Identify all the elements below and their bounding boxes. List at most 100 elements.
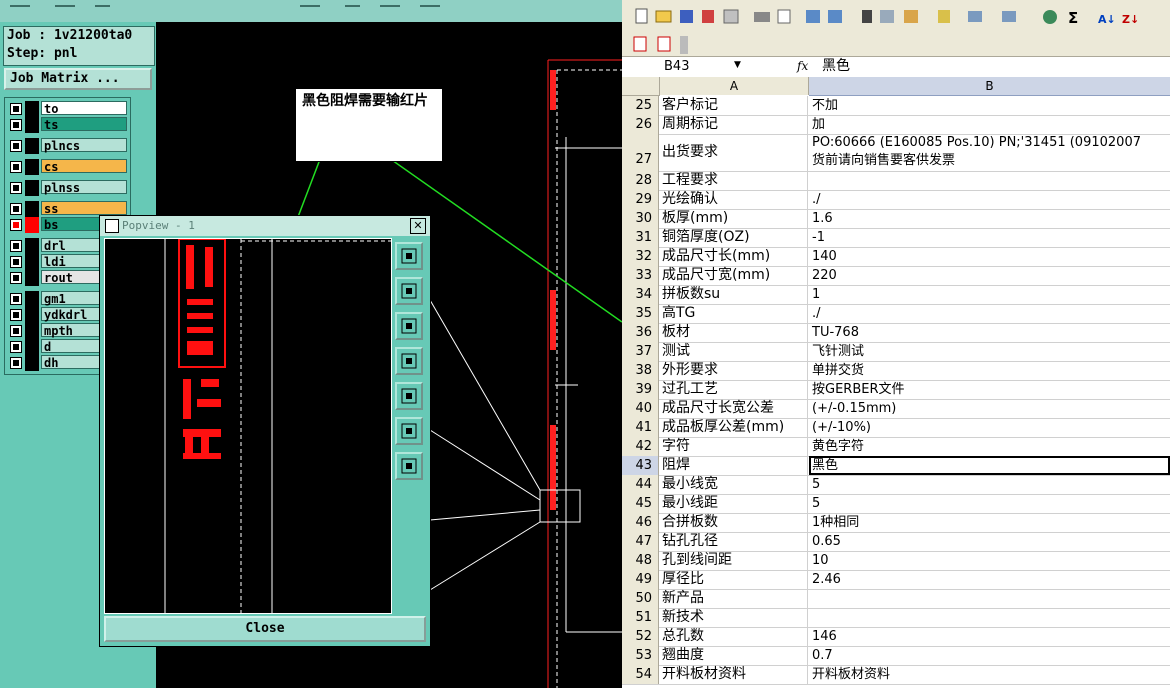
cell-b[interactable]: PO:60666 (E160085 Pos.10) PN;'31451 (091…: [809, 134, 1170, 171]
move-down-icon[interactable]: [395, 312, 423, 340]
cell-b[interactable]: 开料板材资料: [809, 665, 1170, 684]
row-number[interactable]: 43: [622, 456, 659, 475]
row-number[interactable]: 52: [622, 627, 659, 646]
cell-a[interactable]: 板厚(mm): [660, 209, 808, 228]
zoom-in-icon[interactable]: [395, 417, 423, 445]
cell-b[interactable]: [809, 589, 1170, 608]
cell-a[interactable]: 铜箔厚度(OZ): [660, 228, 808, 247]
row-number[interactable]: 53: [622, 646, 659, 665]
row-number[interactable]: 31: [622, 228, 659, 247]
row-number[interactable]: 50: [622, 589, 659, 608]
cell-a[interactable]: 成品板厚公差(mm): [660, 418, 808, 437]
layer-name[interactable]: cs: [41, 159, 127, 174]
popview-titlebar[interactable]: Popview - 1 ✕: [100, 216, 430, 236]
cell-a[interactable]: 出货要求: [660, 134, 808, 171]
cell-a[interactable]: 板材: [660, 323, 808, 342]
row-number[interactable]: 42: [622, 437, 659, 456]
layer-checkbox[interactable]: [10, 219, 22, 231]
cell-a[interactable]: 阻焊: [660, 456, 808, 475]
layer-name[interactable]: ts: [41, 117, 127, 132]
cell-b[interactable]: 2.46: [809, 570, 1170, 589]
cell-a[interactable]: 过孔工艺: [660, 380, 808, 399]
cell-a[interactable]: 合拼板数: [660, 513, 808, 532]
layer-checkbox[interactable]: [10, 357, 22, 369]
name-box-dropdown-icon[interactable]: ▼: [734, 60, 741, 70]
cell-b[interactable]: [809, 608, 1170, 627]
cell-b[interactable]: 5: [809, 475, 1170, 494]
cell-b[interactable]: -1: [809, 228, 1170, 247]
layer-checkbox[interactable]: [10, 293, 22, 305]
cell-a[interactable]: 新技术: [660, 608, 808, 627]
cell-b[interactable]: [809, 171, 1170, 190]
cell-b[interactable]: 146: [809, 627, 1170, 646]
close-icon[interactable]: ✕: [410, 218, 426, 234]
cell-b[interactable]: 5: [809, 494, 1170, 513]
layer-row[interactable]: cs: [7, 159, 131, 175]
layer-checkbox[interactable]: [10, 325, 22, 337]
row-number[interactable]: 41: [622, 418, 659, 437]
layer-checkbox[interactable]: [10, 309, 22, 321]
layer-checkbox[interactable]: [10, 240, 22, 252]
layer-row[interactable]: ts: [7, 117, 131, 133]
row-number[interactable]: 28: [622, 171, 659, 190]
layer-checkbox[interactable]: [10, 203, 22, 215]
cell-b[interactable]: 加: [809, 115, 1170, 134]
column-header-b[interactable]: B: [809, 77, 1170, 96]
cell-b[interactable]: TU-768: [809, 323, 1170, 342]
cell-a[interactable]: 最小线距: [660, 494, 808, 513]
row-number[interactable]: 34: [622, 285, 659, 304]
cell-b[interactable]: 220: [809, 266, 1170, 285]
layer-checkbox[interactable]: [10, 256, 22, 268]
layer-name[interactable]: plncs: [41, 138, 127, 153]
row-number[interactable]: 51: [622, 608, 659, 627]
row-number[interactable]: 30: [622, 209, 659, 228]
cell-a[interactable]: 厚径比: [660, 570, 808, 589]
cell-b[interactable]: 1.6: [809, 209, 1170, 228]
row-number[interactable]: 29: [622, 190, 659, 209]
cell-a[interactable]: 外形要求: [660, 361, 808, 380]
row-number[interactable]: 45: [622, 494, 659, 513]
cell-a[interactable]: 孔到线间距: [660, 551, 808, 570]
cell-a[interactable]: 成品尺寸长(mm): [660, 247, 808, 266]
cell-b[interactable]: 1: [809, 285, 1170, 304]
row-number[interactable]: 39: [622, 380, 659, 399]
row-number[interactable]: 37: [622, 342, 659, 361]
zoom-out-icon[interactable]: [395, 452, 423, 480]
cell-a[interactable]: 总孔数: [660, 627, 808, 646]
column-header-a[interactable]: A: [660, 77, 809, 95]
layer-row[interactable]: plncs: [7, 138, 131, 154]
cell-b[interactable]: ./: [809, 190, 1170, 209]
cell-b[interactable]: 0.7: [809, 646, 1170, 665]
row-number[interactable]: 48: [622, 551, 659, 570]
row-number[interactable]: 38: [622, 361, 659, 380]
job-matrix-button[interactable]: Job Matrix ...: [4, 68, 152, 90]
row-number[interactable]: 54: [622, 665, 659, 684]
cell-b[interactable]: 不加: [809, 96, 1170, 115]
layer-row[interactable]: to: [7, 101, 131, 117]
fx-icon[interactable]: fx: [797, 58, 808, 75]
layer-checkbox[interactable]: [10, 103, 22, 115]
layer-name[interactable]: to: [41, 101, 127, 116]
row-number[interactable]: 26: [622, 115, 659, 134]
layer-row[interactable]: plnss: [7, 180, 131, 196]
select-all-corner[interactable]: [622, 77, 660, 96]
row-number[interactable]: 25: [622, 96, 659, 115]
cell-a[interactable]: 高TG: [660, 304, 808, 323]
row-number[interactable]: 46: [622, 513, 659, 532]
cell-b[interactable]: 140: [809, 247, 1170, 266]
cell-b[interactable]: 按GERBER文件: [809, 380, 1170, 399]
layer-checkbox[interactable]: [10, 161, 22, 173]
cell-a[interactable]: 客户标记: [660, 96, 808, 115]
cell-a[interactable]: 周期标记: [660, 115, 808, 134]
layer-checkbox[interactable]: [10, 272, 22, 284]
fit-icon[interactable]: [395, 242, 423, 270]
cell-b[interactable]: 0.65: [809, 532, 1170, 551]
cell-a[interactable]: 工程要求: [660, 171, 808, 190]
cell-a[interactable]: 拼板数su: [660, 285, 808, 304]
row-number[interactable]: 35: [622, 304, 659, 323]
row-number[interactable]: 47: [622, 532, 659, 551]
layer-checkbox[interactable]: [10, 119, 22, 131]
cell-b[interactable]: (+/-0.15mm): [809, 399, 1170, 418]
cell-b[interactable]: (+/-10%): [809, 418, 1170, 437]
close-button[interactable]: Close: [104, 616, 426, 642]
